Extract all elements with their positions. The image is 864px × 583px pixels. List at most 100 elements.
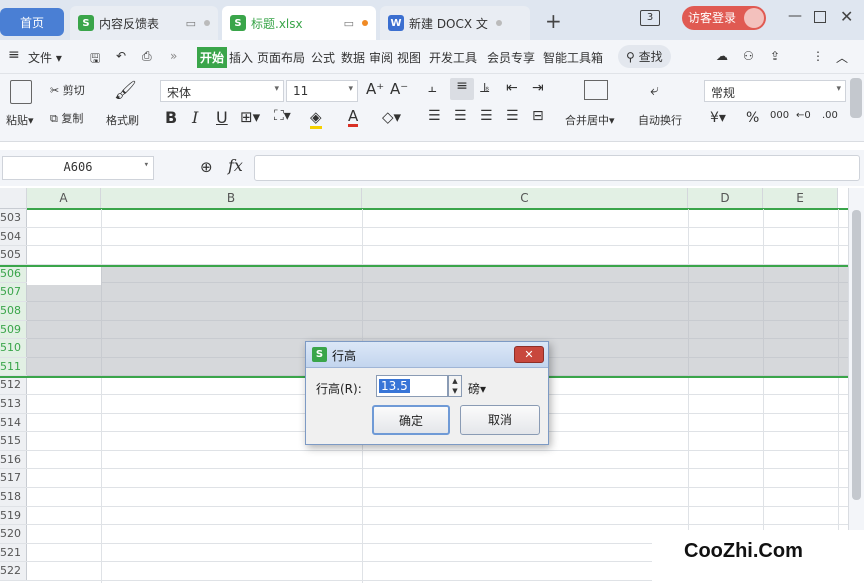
new-tab-plus-icon[interactable]: + xyxy=(545,9,562,33)
row-header[interactable]: 510 xyxy=(0,339,27,357)
row-header[interactable]: 511 xyxy=(0,357,27,376)
row-header[interactable]: 507 xyxy=(0,283,27,301)
number-format-select[interactable]: 常规 ▾ xyxy=(704,80,846,102)
paste-icon[interactable] xyxy=(10,80,32,104)
menu-item-start[interactable]: 开始 xyxy=(197,47,228,68)
row-header[interactable]: 519 xyxy=(0,506,27,525)
row-header[interactable]: 517 xyxy=(0,469,27,487)
underline-icon[interactable]: U xyxy=(216,108,228,127)
menu-item-page-layout[interactable]: 页面布局 xyxy=(257,49,305,66)
decrease-decimal-icon[interactable]: .00 xyxy=(822,110,838,121)
minimize-icon[interactable]: — xyxy=(788,8,802,24)
name-box[interactable]: A606 ▾ xyxy=(2,156,154,180)
align-right-icon[interactable]: ☰ xyxy=(480,108,493,124)
hamburger-icon[interactable]: ≡ xyxy=(8,47,20,63)
paste-button[interactable]: 粘贴▾ xyxy=(6,112,34,128)
merge-cells-icon[interactable] xyxy=(584,80,608,100)
select-all-corner[interactable] xyxy=(0,188,27,209)
clear-format-icon[interactable]: ◇▾ xyxy=(382,108,401,126)
zoom-search-icon[interactable]: ⊕ xyxy=(200,158,213,176)
increase-decimal-icon[interactable]: ←0 xyxy=(796,110,811,121)
search-button[interactable]: ⚲ 查找 xyxy=(618,45,671,68)
cut-button[interactable]: ✂ 剪切 xyxy=(50,82,85,98)
ribbon-scrollbar-thumb[interactable] xyxy=(850,78,862,118)
column-header-b[interactable]: B xyxy=(101,188,362,209)
scrollbar-thumb[interactable] xyxy=(852,210,861,500)
align-top-icon[interactable]: ⫠ xyxy=(428,80,436,96)
row-header[interactable]: 522 xyxy=(0,562,27,580)
menu-item-formula[interactable]: 公式 xyxy=(311,49,335,66)
fill-pattern-icon[interactable]: ⛶▾ xyxy=(274,108,291,124)
auto-wrap-button[interactable]: 自动换行 xyxy=(638,112,682,128)
italic-icon[interactable]: I xyxy=(192,108,198,127)
increase-indent-icon[interactable]: ⇥ xyxy=(532,80,544,96)
format-painter-button[interactable]: 格式刷 xyxy=(106,112,139,128)
menu-item-vip[interactable]: 会员专享 xyxy=(487,49,535,66)
row-header[interactable]: 503 xyxy=(0,209,27,227)
menu-item-insert[interactable]: 插入 xyxy=(229,49,253,66)
menu-item-data[interactable]: 数据 xyxy=(341,49,365,66)
maximize-icon[interactable] xyxy=(814,11,826,23)
column-header-e[interactable]: E xyxy=(763,188,838,209)
row-height-input[interactable]: 13.5 xyxy=(376,375,448,397)
row-header[interactable]: 521 xyxy=(0,543,27,562)
font-name-select[interactable]: 宋体 ▾ xyxy=(160,80,284,102)
guest-login-button[interactable]: 访客登录 xyxy=(682,6,766,30)
currency-icon[interactable]: ¥▾ xyxy=(710,110,726,126)
align-center-icon[interactable]: ☰ xyxy=(454,108,467,124)
unit-select[interactable]: 磅▾ xyxy=(468,380,486,397)
print-icon[interactable]: ⎙ xyxy=(142,49,152,64)
menu-item-review[interactable]: 审阅 xyxy=(369,49,393,66)
menu-item-smart-tools[interactable]: 智能工具箱 xyxy=(543,49,603,66)
cancel-button[interactable]: 取消 xyxy=(460,405,540,435)
align-bottom-icon[interactable]: ⫡ xyxy=(480,80,489,96)
menu-item-developer[interactable]: 开发工具 xyxy=(429,49,477,66)
row-header[interactable]: 514 xyxy=(0,413,27,432)
fx-button[interactable]: fx xyxy=(228,156,243,175)
format-painter-icon[interactable]: 🖌 xyxy=(114,80,137,101)
copy-button[interactable]: ⧉ 复制 xyxy=(50,110,83,126)
decrease-indent-icon[interactable]: ⇤ xyxy=(506,80,518,96)
decrease-font-icon[interactable]: A⁻ xyxy=(390,80,408,98)
more-chevron-icon[interactable]: » xyxy=(170,49,177,63)
align-middle-icon[interactable]: ≡ xyxy=(450,78,474,100)
vertical-scrollbar[interactable] xyxy=(848,188,864,583)
row-header[interactable]: 508 xyxy=(0,302,27,320)
upload-icon[interactable]: ⇪ xyxy=(770,49,780,63)
close-icon[interactable]: ✕ xyxy=(840,7,853,26)
increase-font-icon[interactable]: A⁺ xyxy=(366,80,384,98)
bold-icon[interactable]: B xyxy=(165,108,177,127)
formula-input[interactable] xyxy=(254,155,860,181)
border-icon[interactable]: ⊞▾ xyxy=(240,108,260,126)
align-left-icon[interactable]: ☰ xyxy=(428,108,441,124)
row-header[interactable]: 518 xyxy=(0,488,27,506)
wrap-text-icon[interactable]: ⤶ xyxy=(650,80,659,100)
font-size-select[interactable]: 11 ▾ xyxy=(286,80,358,102)
column-header-a[interactable]: A xyxy=(27,188,101,209)
menu-file[interactable]: 文件 ▾ xyxy=(28,49,62,66)
undo-icon[interactable]: ↶ xyxy=(116,49,126,63)
row-header[interactable]: 506 xyxy=(0,264,27,283)
collapse-ribbon-icon[interactable]: ︿ xyxy=(836,49,848,66)
dialog-close-icon[interactable]: ✕ xyxy=(514,346,544,363)
more-options-icon[interactable]: ⋮ xyxy=(812,49,824,63)
menu-item-view[interactable]: 视图 xyxy=(397,49,421,66)
row-header[interactable]: 512 xyxy=(0,376,27,394)
merge-center-button[interactable]: 合并居中▾ xyxy=(565,112,615,128)
fill-color-icon[interactable]: ◈ xyxy=(310,108,322,129)
row-header[interactable]: 509 xyxy=(0,320,27,339)
thousands-icon[interactable]: 000 xyxy=(770,110,789,121)
justify-icon[interactable]: ☰ xyxy=(506,108,519,124)
active-cell[interactable] xyxy=(27,267,101,285)
row-header[interactable]: 504 xyxy=(0,227,27,246)
row-header[interactable]: 516 xyxy=(0,450,27,469)
share-user-icon[interactable]: ⚇ xyxy=(743,49,754,63)
row-header[interactable]: 515 xyxy=(0,432,27,450)
column-header-c[interactable]: C xyxy=(362,188,688,209)
row-header[interactable]: 513 xyxy=(0,395,27,413)
tab-active-file[interactable]: S 标题.xlsx ▭ xyxy=(222,6,376,40)
save-icon[interactable]: 🖫 xyxy=(90,49,100,70)
distribute-icon[interactable]: ⊟ xyxy=(532,108,544,124)
tab-docx[interactable]: W 新建 DOCX 文 xyxy=(380,6,530,40)
row-header[interactable]: 520 xyxy=(0,525,27,543)
